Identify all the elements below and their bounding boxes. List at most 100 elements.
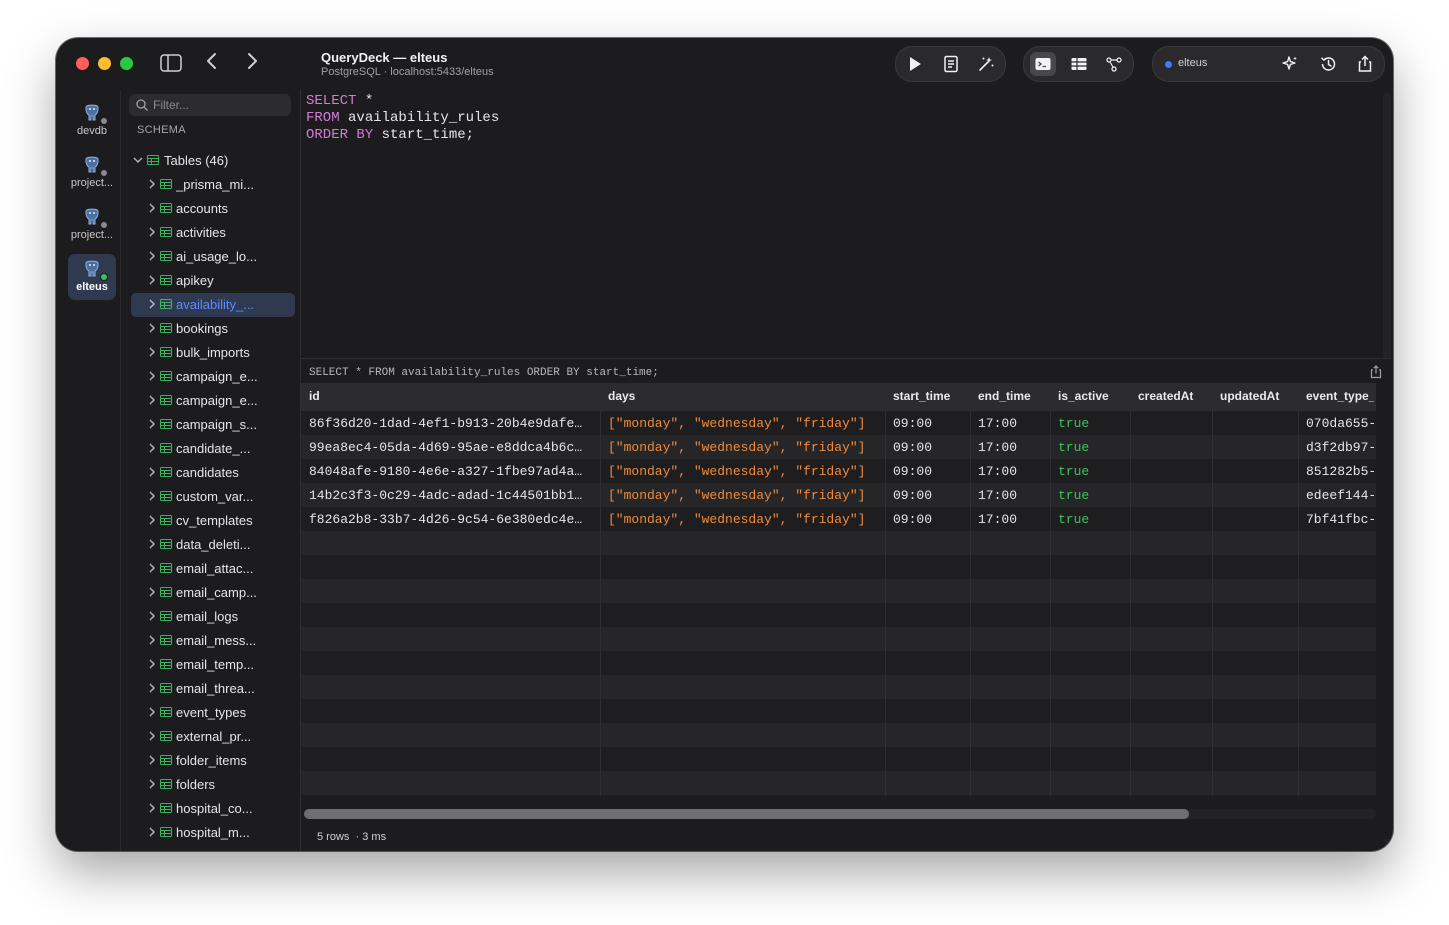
table-cell[interactable]: 09:00 bbox=[893, 440, 968, 455]
table-item[interactable]: bulk_imports bbox=[131, 341, 295, 365]
column-header[interactable]: createdAt bbox=[1138, 389, 1210, 403]
empty-row bbox=[301, 627, 1376, 651]
table-cell[interactable]: true bbox=[1058, 440, 1128, 455]
table-item[interactable]: availability_... bbox=[131, 293, 295, 317]
column-header[interactable]: event_type_ bbox=[1306, 389, 1374, 403]
column-header[interactable]: is_active bbox=[1058, 389, 1128, 403]
export-icon[interactable] bbox=[1369, 365, 1383, 379]
table-cell[interactable]: true bbox=[1058, 488, 1128, 503]
table-item[interactable]: email_temp... bbox=[131, 653, 295, 677]
close-window-button[interactable] bbox=[76, 57, 89, 70]
empty-row bbox=[301, 603, 1376, 627]
column-header[interactable]: start_time bbox=[893, 389, 968, 403]
table-cell[interactable]: true bbox=[1058, 512, 1128, 527]
table-item[interactable]: hospital_co... bbox=[131, 797, 295, 821]
table-cell[interactable]: 09:00 bbox=[893, 464, 968, 479]
table-cell[interactable]: ["monday", "wednesday", "friday"] bbox=[608, 416, 883, 431]
sidebar-toggle-icon[interactable] bbox=[160, 54, 182, 72]
table-item[interactable]: activities bbox=[131, 221, 295, 245]
table-cell[interactable]: edeef144- bbox=[1306, 488, 1374, 503]
table-cell[interactable]: 09:00 bbox=[893, 488, 968, 503]
ai-assist-button[interactable] bbox=[1277, 52, 1303, 76]
table-cell[interactable]: 86f36d20-1dad-4ef1-b913-20b4e9dafe… bbox=[309, 416, 598, 431]
table-item[interactable]: candidates bbox=[131, 461, 295, 485]
table-cell[interactable]: 14b2c3f3-0c29-4adc-adad-1c44501bb1… bbox=[309, 488, 598, 503]
table-item[interactable]: event_types bbox=[131, 701, 295, 725]
table-cell[interactable]: ["monday", "wednesday", "friday"] bbox=[608, 512, 883, 527]
table-cell[interactable]: 17:00 bbox=[978, 464, 1048, 479]
table-item[interactable]: email_logs bbox=[131, 605, 295, 629]
table-item[interactable]: email_threa... bbox=[131, 677, 295, 701]
table-item[interactable]: data_deleti... bbox=[131, 533, 295, 557]
code-line: ORDER BY start_time; bbox=[306, 127, 474, 143]
table-cell[interactable]: 17:00 bbox=[978, 488, 1048, 503]
table-cell[interactable]: 09:00 bbox=[893, 416, 968, 431]
zoom-window-button[interactable] bbox=[120, 57, 133, 70]
table-item[interactable]: email_attac... bbox=[131, 557, 295, 581]
table-item[interactable]: campaign_s... bbox=[131, 413, 295, 437]
table-cell[interactable]: f826a2b8-33b7-4d26-9c54-6e380edc4e… bbox=[309, 512, 598, 527]
tables-group[interactable]: Tables (46) bbox=[131, 149, 295, 173]
table-item[interactable]: apikey bbox=[131, 269, 295, 293]
table-item[interactable]: accounts bbox=[131, 197, 295, 221]
table-name: external_pr... bbox=[176, 729, 252, 744]
table-item[interactable]: bookings bbox=[131, 317, 295, 341]
table-cell[interactable]: ["monday", "wednesday", "friday"] bbox=[608, 464, 883, 479]
table-icon bbox=[160, 443, 172, 453]
run-query-button[interactable] bbox=[902, 52, 928, 76]
table-item[interactable]: email_mess... bbox=[131, 629, 295, 653]
table-cell[interactable]: d3f2db97- bbox=[1306, 440, 1374, 455]
table-item[interactable]: folders bbox=[131, 773, 295, 797]
sql-editor[interactable]: SELECT * FROM availability_rules ORDER BY … bbox=[301, 90, 1391, 403]
table-item[interactable]: hospital_m... bbox=[131, 821, 295, 845]
format-query-button[interactable] bbox=[938, 52, 964, 76]
table-name: _prisma_mi... bbox=[176, 177, 255, 192]
column-header[interactable]: updatedAt bbox=[1220, 389, 1296, 403]
share-button[interactable] bbox=[1352, 52, 1378, 76]
table-item[interactable]: folder_items bbox=[131, 749, 295, 773]
connection-selector[interactable]: elteus bbox=[1178, 57, 1207, 69]
connection-item-2[interactable]: project... bbox=[68, 202, 116, 248]
table-cell[interactable]: ["monday", "wednesday", "friday"] bbox=[608, 440, 883, 455]
filter-input[interactable] bbox=[153, 94, 283, 116]
table-item[interactable]: candidate_... bbox=[131, 437, 295, 461]
diagram-view-button[interactable] bbox=[1101, 52, 1127, 76]
table-cell[interactable]: ["monday", "wednesday", "friday"] bbox=[608, 488, 883, 503]
connection-item-0[interactable]: devdb bbox=[68, 98, 116, 144]
connection-item-1[interactable]: project... bbox=[68, 150, 116, 196]
table-cell[interactable]: 84048afe-9180-4e6e-a327-1fbe97ad4a… bbox=[309, 464, 598, 479]
history-button[interactable] bbox=[1315, 52, 1341, 76]
forward-icon[interactable] bbox=[246, 52, 258, 76]
table-item[interactable]: ai_usage_lo... bbox=[131, 245, 295, 269]
column-header[interactable]: end_time bbox=[978, 389, 1048, 403]
table-cell[interactable]: 09:00 bbox=[893, 512, 968, 527]
table-cell[interactable]: 17:00 bbox=[978, 512, 1048, 527]
table-cell[interactable]: 070da655- bbox=[1306, 416, 1374, 431]
table-cell[interactable]: true bbox=[1058, 416, 1128, 431]
console-view-button[interactable] bbox=[1030, 52, 1056, 76]
table-item[interactable]: external_pr... bbox=[131, 725, 295, 749]
table-item[interactable]: campaign_e... bbox=[131, 365, 295, 389]
table-view-button[interactable] bbox=[1066, 52, 1092, 76]
chevron-right-icon bbox=[147, 201, 157, 215]
table-cell[interactable]: true bbox=[1058, 464, 1128, 479]
table-item[interactable]: campaign_e... bbox=[131, 389, 295, 413]
table-item[interactable]: cv_templates bbox=[131, 509, 295, 533]
table-cell[interactable]: 851282b5- bbox=[1306, 464, 1374, 479]
chevron-right-icon bbox=[147, 225, 157, 239]
table-cell[interactable]: 17:00 bbox=[978, 416, 1048, 431]
magic-wand-button[interactable] bbox=[973, 52, 999, 76]
results-horizontal-scroll-thumb[interactable] bbox=[304, 809, 1189, 819]
column-header[interactable]: id bbox=[309, 389, 598, 403]
table-item[interactable]: custom_var... bbox=[131, 485, 295, 509]
column-header[interactable]: days bbox=[608, 389, 883, 403]
table-cell[interactable]: 7bf41fbc- bbox=[1306, 512, 1374, 527]
table-cell[interactable]: 99ea8ec4-05da-4d69-95ae-e8ddca4b6c… bbox=[309, 440, 598, 455]
table-cell[interactable]: 17:00 bbox=[978, 440, 1048, 455]
connection-rail: devdbproject...project...elteus + bbox=[56, 90, 121, 851]
table-item[interactable]: _prisma_mi... bbox=[131, 173, 295, 197]
minimize-window-button[interactable] bbox=[98, 57, 111, 70]
table-item[interactable]: email_camp... bbox=[131, 581, 295, 605]
back-icon[interactable] bbox=[206, 52, 218, 76]
connection-item-3[interactable]: elteus bbox=[68, 254, 116, 300]
